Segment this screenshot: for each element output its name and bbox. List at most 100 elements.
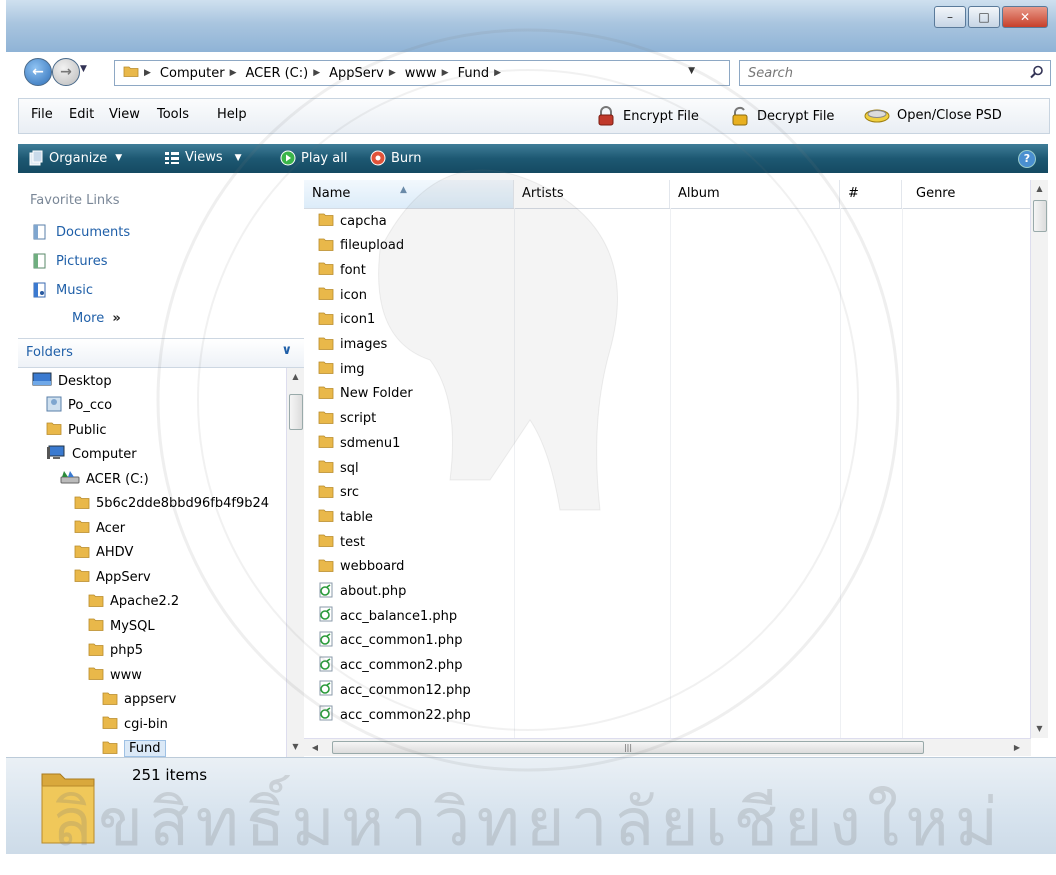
breadcrumb-appserv[interactable]: AppServ: [329, 66, 384, 81]
address-bar[interactable]: ▶ Computer ▶ ACER (C:) ▶ AppServ ▶ www ▶…: [114, 60, 830, 86]
menu-edit[interactable]: Edit: [69, 107, 94, 122]
favorite-pictures[interactable]: Pictures: [32, 253, 107, 269]
organize-button[interactable]: Organize ▼: [28, 150, 122, 166]
file-row[interactable]: img: [318, 358, 365, 380]
favorite-documents-label: Documents: [56, 224, 131, 240]
scroll-thumb[interactable]: [1033, 200, 1047, 232]
tree-item[interactable]: ACER (C:): [60, 468, 149, 490]
tree-item[interactable]: www: [88, 664, 142, 686]
menu-view[interactable]: View: [109, 107, 140, 122]
column-genre[interactable]: Genre: [902, 180, 1034, 208]
folder-icon: [102, 690, 118, 710]
tree-item[interactable]: cgi-bin: [102, 713, 168, 735]
breadcrumb-drive[interactable]: ACER (C:): [245, 66, 308, 81]
file-row[interactable]: src: [318, 482, 359, 504]
tree-item[interactable]: Acer: [74, 517, 125, 539]
chevron-down-icon: ▼: [115, 153, 123, 163]
breadcrumb-computer[interactable]: Computer: [160, 66, 225, 81]
breadcrumb-fund[interactable]: Fund: [458, 66, 490, 81]
file-row[interactable]: images: [318, 334, 387, 356]
file-row[interactable]: acc_common2.php: [318, 655, 463, 677]
folder-icon: [40, 764, 96, 852]
scroll-left-icon[interactable]: ◀: [308, 739, 322, 756]
help-icon[interactable]: ?: [1018, 150, 1036, 168]
column-artists[interactable]: Artists: [514, 180, 670, 208]
file-row[interactable]: sql: [318, 457, 359, 479]
menu-file[interactable]: File: [31, 107, 53, 122]
pictures-icon: [33, 253, 46, 269]
column-number[interactable]: #: [840, 180, 902, 208]
tree-item[interactable]: Desktop: [32, 370, 112, 392]
tree-item-label: php5: [110, 643, 144, 658]
scroll-right-icon[interactable]: ▶: [1010, 739, 1024, 756]
menu-tools[interactable]: Tools: [157, 107, 189, 122]
drive-icon: [60, 469, 80, 489]
file-name: acc_common2.php: [340, 658, 463, 674]
file-row[interactable]: test: [318, 531, 365, 553]
tree-item[interactable]: php5: [88, 640, 143, 662]
file-row[interactable]: script: [318, 408, 376, 430]
back-button[interactable]: ←: [24, 58, 52, 86]
file-name: src: [340, 485, 359, 501]
column-name[interactable]: Name ▲: [304, 180, 514, 208]
play-all-button[interactable]: Play all: [280, 150, 347, 166]
scroll-down-icon[interactable]: ▼: [1031, 720, 1048, 737]
tree-item[interactable]: Computer: [46, 444, 137, 466]
burn-button[interactable]: Burn: [370, 150, 422, 166]
file-row[interactable]: table: [318, 506, 373, 528]
tree-item[interactable]: Public: [46, 419, 106, 441]
minimize-button[interactable]: –: [934, 6, 966, 28]
recent-pages-dropdown[interactable]: ▼: [80, 64, 87, 74]
title-bar[interactable]: – □ ✕: [6, 0, 1056, 52]
file-row[interactable]: icon: [318, 284, 367, 306]
encrypt-file-button[interactable]: Encrypt File: [595, 105, 699, 127]
folders-header[interactable]: Folders ∨: [18, 338, 304, 368]
file-row[interactable]: acc_common12.php: [318, 679, 471, 701]
scroll-thumb[interactable]: [289, 394, 303, 430]
file-row[interactable]: acc_common22.php: [318, 704, 471, 726]
address-dropdown-icon[interactable]: ▼: [688, 66, 695, 76]
file-row[interactable]: capcha: [318, 210, 387, 232]
folder-icon: [88, 641, 104, 661]
tree-item[interactable]: MySQL: [88, 615, 155, 637]
tree-item[interactable]: appserv: [102, 689, 176, 711]
tree-item[interactable]: AHDV: [74, 542, 133, 564]
search-icon[interactable]: [1030, 65, 1044, 79]
menu-help[interactable]: Help: [217, 107, 247, 122]
maximize-button[interactable]: □: [968, 6, 1000, 28]
search-box[interactable]: Search: [739, 60, 1051, 86]
file-list-horizontal-scrollbar[interactable]: ◀ ||| ▶: [304, 738, 1031, 756]
open-close-psd-button[interactable]: Open/Close PSD: [863, 105, 1002, 125]
scroll-thumb[interactable]: |||: [332, 741, 924, 754]
file-row[interactable]: about.php: [318, 581, 406, 603]
scroll-down-icon[interactable]: ▼: [287, 738, 304, 755]
scroll-up-icon[interactable]: ▲: [287, 368, 304, 385]
file-row[interactable]: sdmenu1: [318, 432, 400, 454]
tree-item[interactable]: Apache2.2: [88, 591, 179, 613]
folder-tree-scrollbar[interactable]: ▲ ▼: [286, 368, 304, 757]
desktop-icon: [32, 371, 52, 391]
file-row[interactable]: fileupload: [318, 235, 404, 257]
more-favorites-link[interactable]: More »: [72, 311, 121, 326]
file-row[interactable]: acc_common1.php: [318, 630, 463, 652]
file-row[interactable]: icon1: [318, 309, 375, 331]
views-button[interactable]: Views ▼: [164, 150, 242, 165]
file-row[interactable]: New Folder: [318, 383, 413, 405]
tree-item[interactable]: 5b6c2dde8bbd96fb4f9b24: [74, 493, 269, 515]
scroll-up-icon[interactable]: ▲: [1031, 180, 1048, 197]
tree-item[interactable]: AppServ: [74, 566, 151, 588]
file-list-vertical-scrollbar[interactable]: ▲ ▼: [1030, 180, 1048, 738]
file-row[interactable]: webboard: [318, 556, 404, 578]
forward-button[interactable]: →: [52, 58, 80, 86]
search-input[interactable]: Search: [748, 66, 793, 81]
tree-item[interactable]: Po_cco: [46, 395, 112, 417]
tree-item[interactable]: Fund: [102, 738, 166, 757]
column-album[interactable]: Album: [670, 180, 840, 208]
file-row[interactable]: font: [318, 259, 366, 281]
close-button[interactable]: ✕: [1002, 6, 1048, 28]
file-row[interactable]: acc_balance1.php: [318, 605, 457, 627]
favorite-documents[interactable]: Documents: [32, 224, 130, 240]
decrypt-file-button[interactable]: Decrypt File: [729, 105, 834, 127]
breadcrumb-www[interactable]: www: [405, 66, 437, 81]
favorite-music[interactable]: Music: [32, 282, 93, 298]
